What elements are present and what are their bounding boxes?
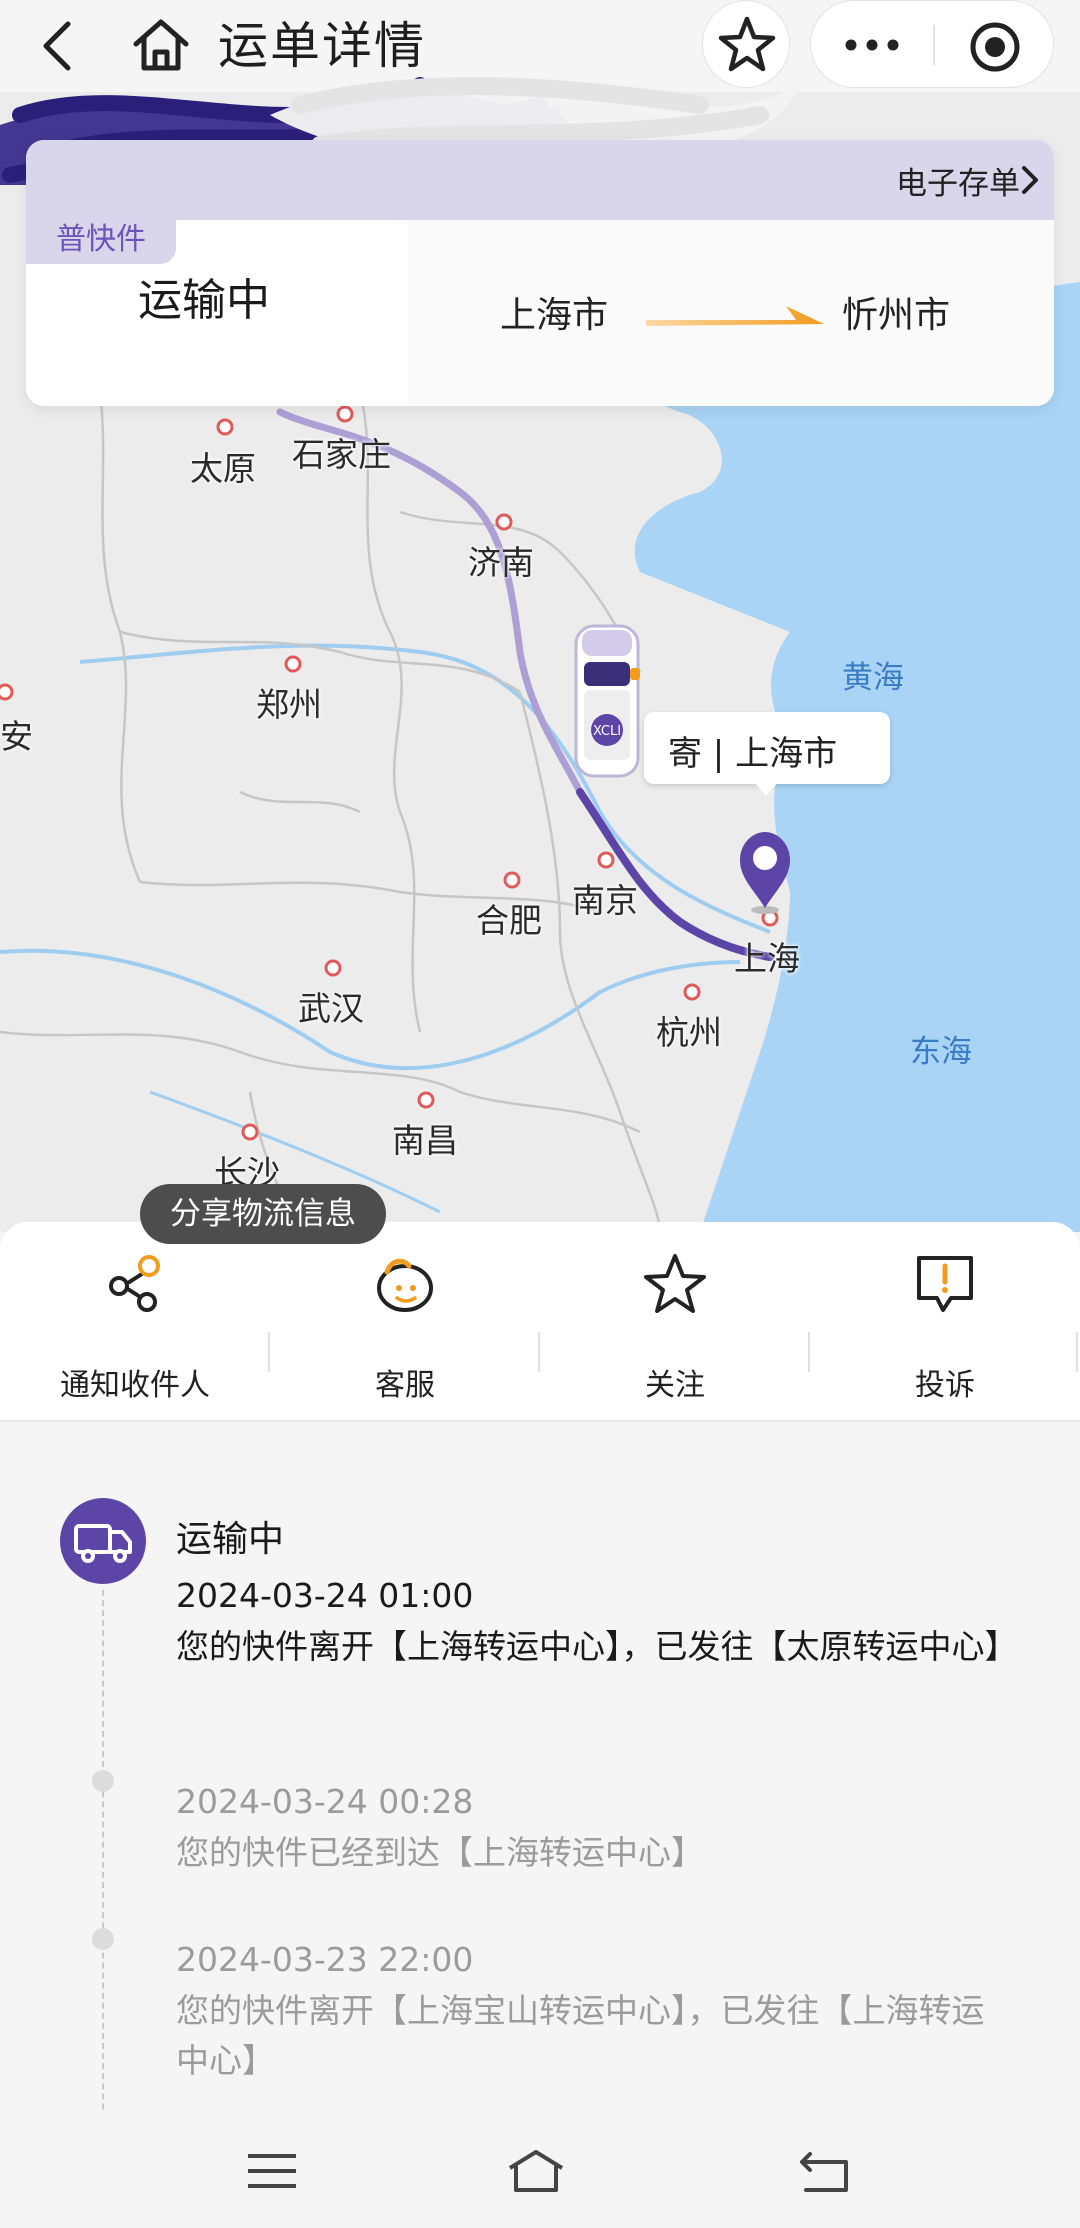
truck-icon [74,1524,132,1563]
favorite-button[interactable] [702,0,790,88]
chevron-right-icon [1022,166,1038,194]
service-type-tag: 普快件 [26,216,176,264]
share-logistics-tooltip[interactable]: 分享物流信息 [140,1184,386,1244]
customer-service-icon [377,1258,433,1312]
in-transit-status-icon [60,1498,146,1584]
shipment-status: 运输中 [138,275,270,326]
origin-city: 上海市 [500,295,609,336]
event-time: 2024-03-24 00:28 [176,1782,474,1821]
svg-text:XCLI: XCLI [593,724,621,739]
event-description: 您的快件离开【上海转运中心】，已发往【太原转运中心】 [176,1627,1018,1666]
map-label-yellow-sea: 黄海 [842,660,904,696]
timeline-current-status: 运输中 [176,1519,285,1560]
complaint-icon [917,1256,973,1312]
page-title: 运单详情 [218,17,426,75]
map-label-taiyuan: 太原 [190,449,256,488]
map-label-shanghai: 上海 [734,939,800,978]
map-label-hangzhou: 杭州 [656,1013,722,1052]
action-label: 关注 [645,1368,705,1403]
event-time: 2024-03-23 22:00 [176,1940,474,1979]
map-label-east-sea: 东海 [910,1034,972,1070]
map-label-nanchang: 南昌 [392,1121,458,1160]
origin-pin-icon [740,832,790,914]
bubble-pointer [754,782,778,796]
map-label-xian: 安 [0,717,33,756]
system-navigation-bar [0,2112,1080,2228]
map-label-zhengzhou: 郑州 [256,685,322,724]
e-store-link[interactable]: 电子存单 [896,158,1020,203]
home-icon [133,19,189,71]
close-mini-program-icon[interactable] [967,19,1023,75]
destination-city: 忻州市 [842,295,951,336]
timeline-line [102,1590,104,2190]
sender-location-bubble[interactable]: 寄 | 上海市 [644,712,890,796]
action-label: 客服 [375,1368,435,1403]
complaint-button[interactable]: 投诉 [810,1252,1080,1403]
truck-marker-icon: XCLI [574,624,640,778]
timeline-dot [92,1770,114,1792]
action-bar: 通知收件人 客服 关注 投诉 [0,1222,1080,1422]
back-button[interactable] [28,10,88,80]
shipment-status-card: 电子存单 普快件 运输中 上海市 忻州市 [26,140,1054,406]
mini-program-capsule [810,0,1054,88]
event-time: 2024-03-24 01:00 [176,1576,474,1615]
more-icon[interactable] [841,25,903,65]
action-divider [1076,1332,1078,1372]
home-button[interactable] [128,12,194,78]
route-arrow-icon [646,306,824,326]
chevron-left-icon [43,21,71,71]
map-label-nanjing: 南京 [572,881,638,920]
map-label-wuhan: 武汉 [298,989,364,1028]
customer-service-button[interactable]: 客服 [270,1252,540,1403]
capsule-divider [933,25,935,65]
star-icon [644,1254,706,1313]
timeline-dot [92,1928,114,1950]
home-nav-icon[interactable] [506,2146,566,2196]
action-label: 通知收件人 [60,1368,210,1403]
tracking-timeline: 运输中 2024-03-24 01:00 您的快件离开【上海转运中心】，已发往【… [0,1422,1080,2190]
back-nav-icon[interactable] [794,2146,854,2196]
star-outline-icon [718,16,776,72]
map-label-shijiazhuang: 石家庄 [292,435,391,474]
share-icon [109,1255,160,1312]
top-nav-bar: 运单详情 [0,0,1080,92]
sender-location-label: 寄 | 上海市 [668,734,838,774]
notify-recipient-button[interactable]: 通知收件人 [0,1252,270,1403]
action-label: 投诉 [915,1368,975,1403]
map-label-hefei: 合肥 [476,901,542,940]
event-description: 您的快件离开【上海宝山转运中心】，已发往【上海转运中心】 [176,1991,985,2080]
event-description: 您的快件已经到达【上海转运中心】 [176,1833,704,1872]
map-label-jinan: 济南 [468,543,534,582]
menu-icon[interactable] [242,2146,302,2196]
follow-button[interactable]: 关注 [540,1252,810,1403]
